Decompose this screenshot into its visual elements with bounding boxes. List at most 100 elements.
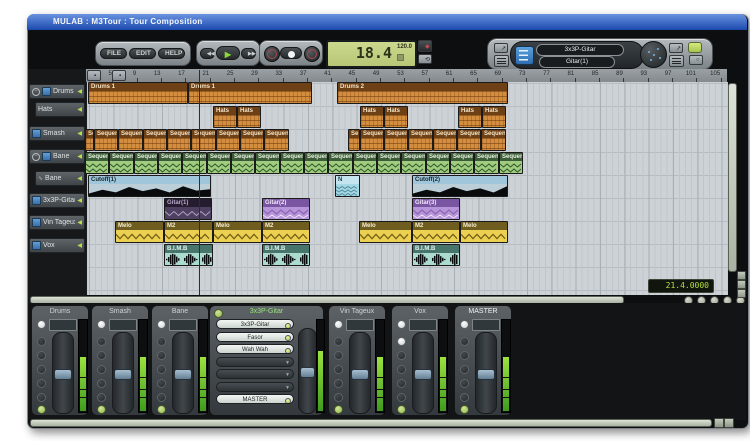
fader-handle[interactable] bbox=[54, 369, 72, 380]
collapse-icon[interactable]: − bbox=[32, 152, 40, 161]
track-monitor-icon[interactable]: ◀ bbox=[77, 219, 82, 226]
channel-led[interactable] bbox=[397, 320, 406, 329]
slot-edit-led[interactable] bbox=[285, 335, 291, 341]
clip-drums-1[interactable]: Drums 1 bbox=[88, 82, 188, 104]
track-header-vin-tageux[interactable]: Vin Tageux ◀ bbox=[29, 215, 85, 230]
module-slot-wah-wah[interactable]: Wah Wah bbox=[216, 344, 294, 354]
module-slot-master[interactable]: MASTER bbox=[216, 394, 294, 404]
clip-sequen[interactable]: Sequen bbox=[240, 129, 264, 151]
clip-sequen[interactable]: Sequen bbox=[401, 152, 426, 174]
channel-button-2[interactable] bbox=[157, 351, 166, 360]
track-header-drums[interactable]: − Drums ◀ bbox=[29, 84, 85, 99]
clip-sequen[interactable]: Sequen bbox=[94, 129, 118, 151]
channel-button-5[interactable] bbox=[334, 393, 343, 402]
clip-gitar-1-[interactable]: Gitar(1) bbox=[164, 198, 212, 220]
channel-button-5[interactable] bbox=[37, 393, 46, 402]
channel-led[interactable] bbox=[97, 320, 106, 329]
clip-sequen[interactable]: Sequen bbox=[280, 152, 304, 174]
clip-melo[interactable]: Melo bbox=[460, 221, 508, 243]
clip-sequen[interactable]: Sequen bbox=[474, 152, 499, 174]
channel-button-1[interactable] bbox=[97, 337, 106, 346]
channel-button-3[interactable] bbox=[397, 365, 406, 374]
clip-sequen[interactable]: Sequen bbox=[328, 152, 353, 174]
track-monitor-icon[interactable]: ◀ bbox=[77, 197, 82, 204]
track-header-hats[interactable]: Hats ◀ bbox=[35, 102, 85, 117]
channel-led[interactable] bbox=[214, 309, 223, 318]
clip-hats[interactable]: Hats bbox=[458, 106, 482, 128]
clip-drums-1[interactable]: Drums 1 bbox=[188, 82, 312, 104]
channel-solo-led[interactable] bbox=[157, 405, 166, 414]
clip-drums-2[interactable]: Drums 2 bbox=[337, 82, 508, 104]
channel-button-2[interactable] bbox=[37, 351, 46, 360]
slot-edit-led[interactable] bbox=[285, 322, 291, 328]
clip-b-i-m-b[interactable]: B.I.M.B bbox=[412, 244, 460, 266]
ruler-marker-button-1[interactable]: ▪ bbox=[87, 70, 101, 81]
channel-solo-led[interactable] bbox=[97, 405, 106, 414]
clip-melo[interactable]: Melo bbox=[213, 221, 262, 243]
title-bar[interactable]: MULAB : M3Tour : Tour Composition bbox=[27, 14, 747, 30]
slot-edit-led[interactable] bbox=[285, 347, 291, 353]
volume-fader[interactable] bbox=[52, 332, 74, 414]
clip-m2[interactable]: M2 bbox=[164, 221, 213, 243]
panic-button[interactable]: ◆ bbox=[418, 40, 432, 52]
channel-led[interactable] bbox=[460, 320, 469, 329]
clip-sequen[interactable]: Sequen bbox=[167, 129, 191, 151]
clip-sequen[interactable]: Sequen bbox=[85, 152, 109, 174]
channel-button-4[interactable] bbox=[37, 379, 46, 388]
channel-button-4[interactable] bbox=[460, 379, 469, 388]
clip-cutoff-2-[interactable]: Cutoff(2) bbox=[412, 175, 508, 197]
patch-knob[interactable] bbox=[640, 41, 667, 68]
mixer-scroll-right-button[interactable] bbox=[724, 418, 734, 428]
fader-handle[interactable] bbox=[174, 369, 192, 380]
stop-button[interactable] bbox=[280, 47, 302, 59]
channel-button-4[interactable] bbox=[334, 379, 343, 388]
channel-led[interactable] bbox=[37, 320, 46, 329]
file-button[interactable]: FILE bbox=[100, 48, 127, 59]
channel-button-1[interactable] bbox=[397, 337, 406, 346]
mixer-channel-vox[interactable]: Vox bbox=[391, 305, 449, 416]
clip-b-i-m-b[interactable]: B.I.M.B bbox=[262, 244, 310, 266]
record-button[interactable] bbox=[264, 46, 280, 62]
clip-sequen[interactable]: Sequen bbox=[255, 152, 280, 174]
channel-button-5[interactable] bbox=[97, 393, 106, 402]
module-slot-fasor[interactable]: Fasor bbox=[216, 331, 294, 342]
clip-melo[interactable]: Melo bbox=[359, 221, 412, 243]
clip-sequen[interactable]: Sequen bbox=[158, 152, 182, 174]
clip-gitar-3-[interactable]: Gitar(3) bbox=[412, 198, 460, 220]
clip-sequen[interactable]: Sequen bbox=[426, 152, 450, 174]
clip-sequen[interactable]: Sequen bbox=[264, 129, 289, 151]
channel-button-4[interactable] bbox=[97, 379, 106, 388]
clip-m2[interactable]: M2 bbox=[412, 221, 460, 243]
channel-button-3[interactable] bbox=[97, 365, 106, 374]
edge-button-2[interactable] bbox=[737, 280, 746, 289]
track-monitor-icon[interactable]: ◀ bbox=[77, 242, 82, 249]
clip-sequen[interactable]: Sequen bbox=[134, 152, 158, 174]
volume-fader[interactable] bbox=[172, 332, 194, 414]
mixer-channel-3x3p-gitar[interactable]: 3x3P-Gitar 3x3P-Gitar Fasor Wah Wah ▼ ▼ ▼ MASTE… bbox=[209, 305, 325, 416]
channel-button-1[interactable] bbox=[334, 337, 343, 346]
channel-button-5[interactable] bbox=[460, 393, 469, 402]
channel-solo-led[interactable] bbox=[334, 405, 343, 414]
channel-led[interactable] bbox=[157, 320, 166, 329]
clip-sequen[interactable]: Sequen bbox=[450, 152, 474, 174]
loop-toggle-button[interactable]: ⟲ bbox=[418, 54, 432, 64]
module-slot-empty[interactable]: ▼ bbox=[216, 356, 294, 367]
timeline-ruler[interactable]: 5 9 13 17 21 25 29 33 37 41 45 49 53 57 61 65 69 73 77 81 85… bbox=[86, 69, 727, 83]
channel-button-2[interactable] bbox=[97, 351, 106, 360]
clip-hats[interactable]: Hats bbox=[213, 106, 237, 128]
module-menu-button[interactable] bbox=[669, 55, 684, 67]
track-header-smash[interactable]: Smash ◀ bbox=[29, 126, 85, 141]
channel-button-3[interactable] bbox=[37, 365, 46, 374]
clip-se[interactable]: Se bbox=[85, 129, 94, 151]
selected-track-field[interactable]: 3x3P-Gitar bbox=[536, 44, 624, 56]
clip-sequen[interactable]: Sequen bbox=[143, 129, 167, 151]
clip-m2[interactable]: M2 bbox=[262, 221, 310, 243]
jump-next-button[interactable]: ↗ bbox=[669, 43, 683, 53]
clip-sequen[interactable]: Sequen bbox=[353, 152, 377, 174]
rewind-button[interactable]: ◀◀ bbox=[200, 48, 215, 59]
channel-button-3[interactable] bbox=[460, 365, 469, 374]
clip-sequen[interactable]: Sequen bbox=[304, 152, 328, 174]
mixer-channel-master[interactable]: MASTER bbox=[454, 305, 512, 416]
track-menu-button[interactable] bbox=[494, 55, 509, 67]
slot-output-led[interactable] bbox=[285, 397, 291, 403]
